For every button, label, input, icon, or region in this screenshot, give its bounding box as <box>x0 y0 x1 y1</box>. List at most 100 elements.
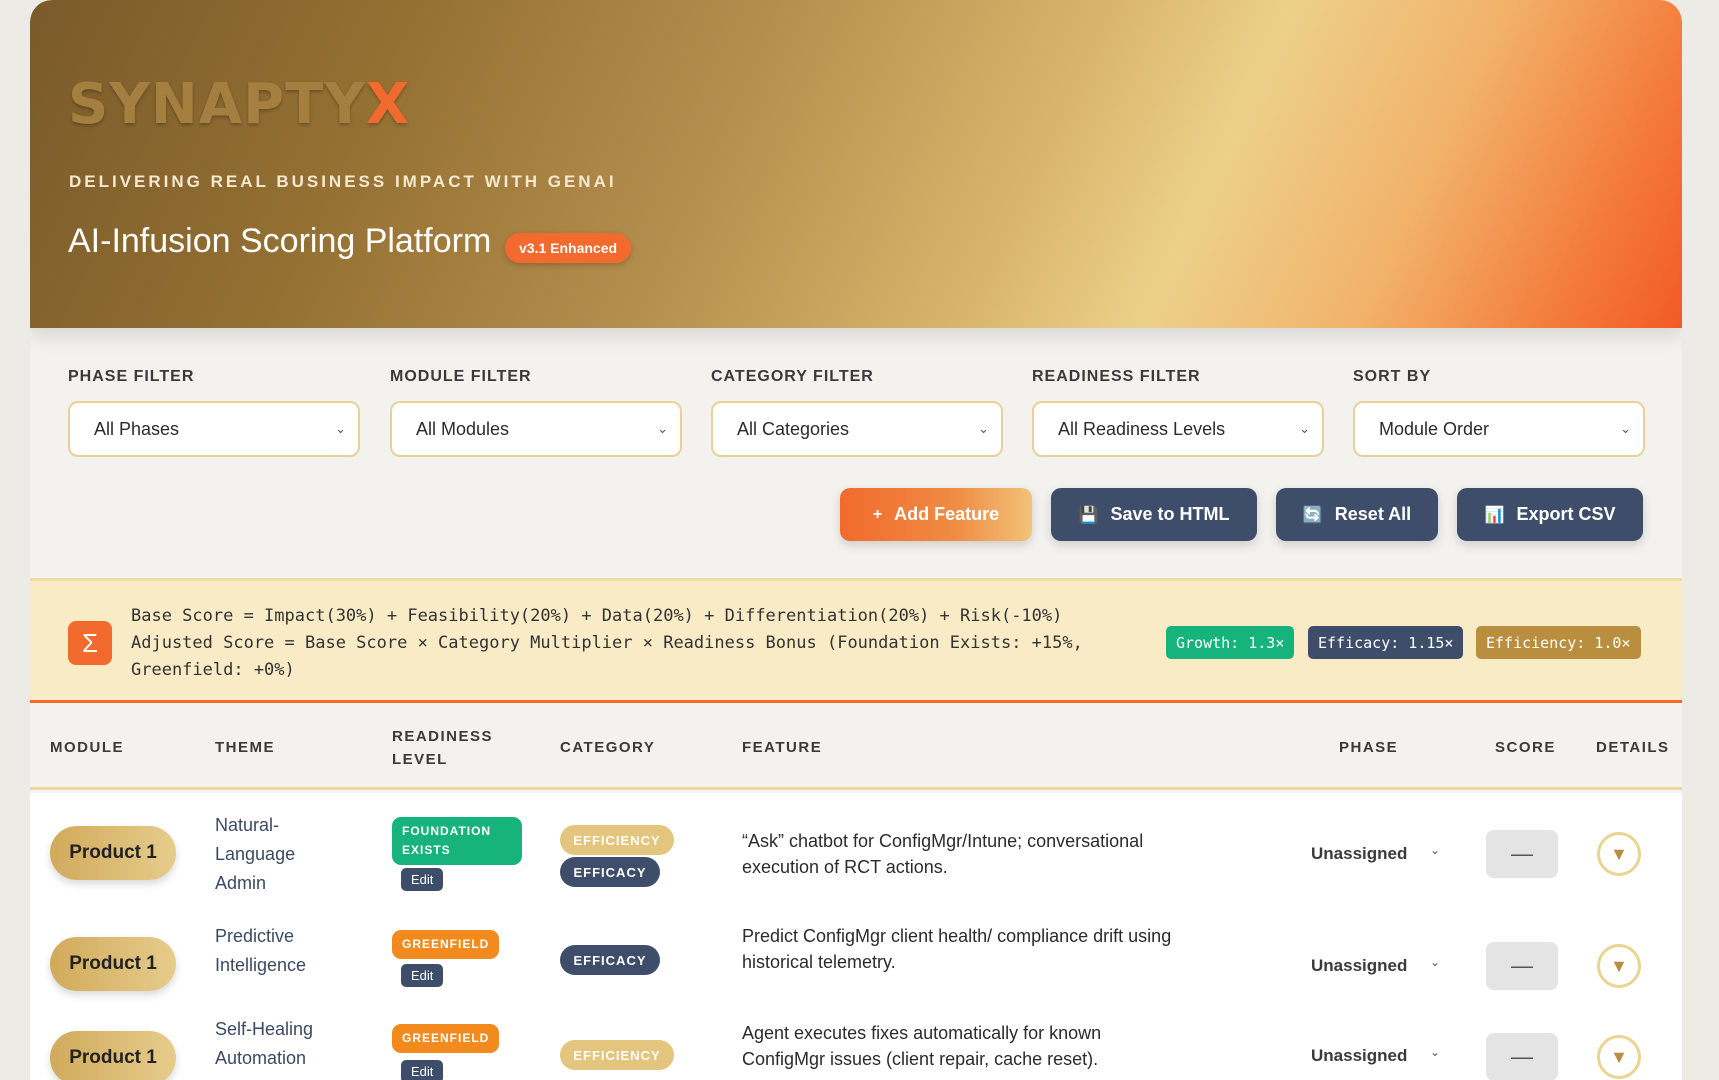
sort-by-value: Module Order <box>1379 418 1490 439</box>
sigma-icon: Σ <box>68 621 112 665</box>
formula-line: Base Score = Impact(30%) + Feasibility(2… <box>131 606 1063 626</box>
version-badge: v3.1 Enhanced <box>505 233 632 263</box>
edit-readiness-button[interactable]: Edit <box>401 868 444 891</box>
edit-readiness-button[interactable]: Edit <box>401 1060 444 1080</box>
category-filter-label: CATEGORY FILTER <box>711 368 874 385</box>
refresh-icon: 🔄 <box>1302 506 1323 524</box>
reset-label: Reset All <box>1334 504 1412 524</box>
column-header-theme[interactable]: THEME <box>215 736 275 759</box>
feature-line: “Ask” chatbot for ConfigMgr/Intune; conv… <box>742 831 1144 851</box>
score-box: — <box>1486 942 1558 990</box>
save-to-html-button[interactable]: 💾 Save to HTML <box>1051 488 1257 541</box>
chevron-down-icon: ⌄ <box>657 421 668 436</box>
readiness-badge: GREENFIELD <box>392 930 500 959</box>
tagline: DELIVERING REAL BUSINESS IMPACT WITH GEN… <box>69 172 617 191</box>
phase-filter: PHASE FILTER All Phases ⌄ <box>68 368 360 457</box>
module-pill: Product 1 <box>50 826 176 880</box>
app-card: SYNAPTYX DELIVERING REAL BUSINESS IMPACT… <box>30 0 1682 1080</box>
logo-main: SYNAPTY <box>68 72 366 137</box>
category-pill: EFFICACY <box>560 857 660 887</box>
column-header-category[interactable]: CATEGORY <box>560 736 655 759</box>
chevron-down-icon: ⌄ <box>335 421 346 436</box>
phase-filter-value: All Phases <box>94 418 180 439</box>
triangle-down-icon: ▼ <box>1610 843 1628 864</box>
readiness-filter-label: READINESS FILTER <box>1032 368 1201 385</box>
theme-line: Predictive <box>215 926 295 946</box>
table-row: Product 1 Natural- Language Admin FOUNDA… <box>30 793 1682 905</box>
chevron-down-icon: ⌄ <box>1299 421 1310 436</box>
expand-details-button[interactable]: ▼ <box>1597 944 1641 988</box>
efficiency-multiplier-badge: Efficiency: 1.0× <box>1476 626 1641 659</box>
logo-accent: X <box>365 72 411 137</box>
readiness-line: GREENFIELD <box>402 937 490 951</box>
save-label: Save to HTML <box>1110 504 1230 524</box>
table-row: Product 1 Self-Healing Automation GREENF… <box>30 1003 1682 1080</box>
readiness-filter: READINESS FILTER All Readiness Levels ⌄ <box>1032 368 1324 457</box>
phase-select[interactable]: Unassigned <box>1311 1046 1407 1066</box>
feature-line: Predict ConfigMgr client health/ complia… <box>742 926 1172 946</box>
chevron-down-icon[interactable]: ⌄ <box>1430 1045 1440 1059</box>
expand-details-button[interactable]: ▼ <box>1597 1035 1641 1079</box>
theme-line: Natural- <box>215 815 280 835</box>
theme-cell: Self-Healing Automation <box>215 1015 345 1073</box>
add-feature-label: Add Feature <box>894 504 1000 524</box>
theme-line: Automation <box>215 1048 307 1068</box>
score-box: — <box>1486 830 1558 878</box>
feature-line: Agent executes fixes automatically for k… <box>742 1023 1102 1043</box>
table-row: Product 1 Predictive Intelligence GREENF… <box>30 905 1682 1003</box>
phase-select[interactable]: Unassigned <box>1311 844 1407 864</box>
bar-chart-icon: 📊 <box>1484 506 1505 524</box>
module-filter-label: MODULE FILTER <box>390 368 532 385</box>
readiness-line: FOUNDATION <box>402 824 492 838</box>
phase-select[interactable]: Unassigned <box>1311 956 1407 976</box>
category-pill: EFFICIENCY <box>560 825 674 855</box>
sort-by-select[interactable]: Module Order ⌄ <box>1353 401 1645 457</box>
sort-by-label: SORT BY <box>1353 368 1432 385</box>
column-header-score[interactable]: SCORE <box>1495 736 1556 759</box>
column-header-module[interactable]: MODULE <box>50 736 124 759</box>
efficacy-multiplier-badge: Efficacy: 1.15× <box>1308 626 1464 659</box>
category-pill: EFFICACY <box>560 945 660 975</box>
module-pill: Product 1 <box>50 1031 176 1080</box>
category-pill: EFFICIENCY <box>560 1040 674 1070</box>
growth-multiplier-badge: Growth: 1.3× <box>1166 626 1295 659</box>
readiness-line: EXISTS <box>402 843 451 857</box>
column-header-phase[interactable]: PHASE <box>1339 736 1398 759</box>
export-label: Export CSV <box>1516 504 1616 524</box>
readiness-filter-value: All Readiness Levels <box>1058 418 1226 439</box>
sort-by: SORT BY Module Order ⌄ <box>1353 368 1645 457</box>
feature-cell: Agent executes fixes automatically for k… <box>742 1020 1222 1072</box>
category-filter-value: All Categories <box>737 418 850 439</box>
category-filter-select[interactable]: All Categories ⌄ <box>711 401 1003 457</box>
theme-cell: Natural- Language Admin <box>215 811 345 898</box>
logo: SYNAPTYX <box>68 72 410 137</box>
feature-line: ConfigMgr issues (client repair, cache r… <box>742 1049 1099 1069</box>
chevron-down-icon[interactable]: ⌄ <box>1430 955 1440 969</box>
feature-line: execution of RCT actions. <box>742 857 948 877</box>
readiness-filter-select[interactable]: All Readiness Levels ⌄ <box>1032 401 1324 457</box>
reset-all-button[interactable]: 🔄 Reset All <box>1276 488 1438 541</box>
theme-line: Self-Healing <box>215 1019 314 1039</box>
formula-text: Base Score = Impact(30%) + Feasibility(2… <box>131 603 1131 684</box>
module-filter-value: All Modules <box>416 418 510 439</box>
readiness-line: GREENFIELD <box>402 1031 490 1045</box>
column-header-readiness-line: READINESS <box>392 728 494 745</box>
column-header-feature[interactable]: FEATURE <box>742 736 822 759</box>
feature-line: historical telemetry. <box>742 952 896 972</box>
chevron-down-icon[interactable]: ⌄ <box>1430 843 1440 857</box>
plus-icon: + <box>872 505 883 523</box>
add-feature-button[interactable]: + Add Feature <box>840 488 1032 541</box>
triangle-down-icon: ▼ <box>1610 955 1628 976</box>
module-filter-select[interactable]: All Modules ⌄ <box>390 401 682 457</box>
page-title: AI-Infusion Scoring Platform <box>68 222 492 260</box>
module-pill: Product 1 <box>50 937 176 991</box>
column-header-details[interactable]: DETAILS <box>1596 736 1670 759</box>
edit-readiness-button[interactable]: Edit <box>401 964 444 987</box>
export-csv-button[interactable]: 📊 Export CSV <box>1457 488 1643 541</box>
column-header-readiness-line: LEVEL <box>392 751 448 768</box>
phase-filter-select[interactable]: All Phases ⌄ <box>68 401 360 457</box>
column-header-readiness[interactable]: READINESS LEVEL <box>392 725 493 771</box>
formula-line: Greenfield: +0%) <box>131 660 295 680</box>
table-header: MODULE THEME READINESS LEVEL CATEGORY FE… <box>30 706 1682 790</box>
expand-details-button[interactable]: ▼ <box>1597 832 1641 876</box>
